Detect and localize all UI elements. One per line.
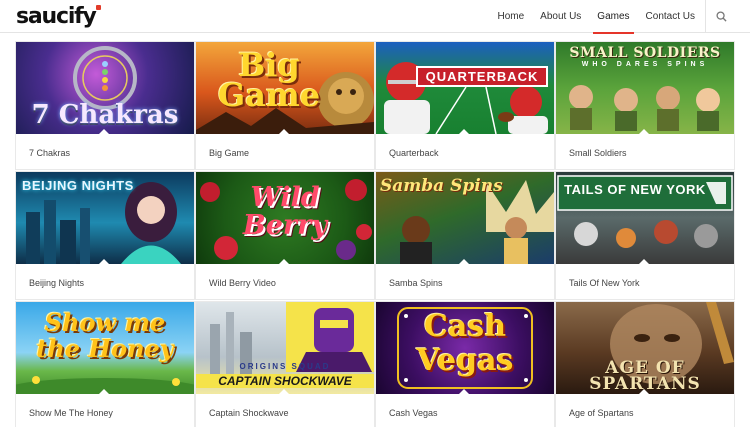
game-art-title: AGE OF SPARTANS: [589, 358, 701, 394]
game-thumbnail[interactable]: QUARTERBACK: [376, 42, 554, 134]
game-art-title: QUARTERBACK: [416, 66, 548, 87]
game-art-title: CAPTAIN SHOCKWAVE: [196, 374, 374, 388]
game-title[interactable]: Samba Spins: [389, 278, 443, 288]
game-title[interactable]: Small Soldiers: [569, 148, 627, 158]
nav-about-us[interactable]: About Us: [532, 0, 589, 33]
nav-contact-us[interactable]: Contact Us: [638, 0, 703, 33]
game-thumbnail[interactable]: Wild Berry: [196, 172, 374, 264]
game-art-title: Cash Vegas: [416, 309, 514, 378]
site-header: saucify Home About Us Games Contact Us: [0, 0, 750, 34]
thumb-pointer: [278, 259, 290, 265]
game-title[interactable]: Big Game: [209, 148, 249, 158]
thumb-pointer: [278, 129, 290, 135]
game-card-tails-of-new-york[interactable]: TAILS OF NEW YORK Tails Of New York: [555, 171, 735, 300]
game-art-title: Big Game: [217, 46, 321, 114]
game-card-big-game[interactable]: Big Game Big Game: [195, 41, 375, 170]
game-art-title: Samba Spins: [380, 176, 503, 196]
logo-text: saucify: [16, 3, 97, 29]
game-card-cash-vegas[interactable]: Cash Vegas Cash Vegas: [375, 301, 555, 427]
game-card-show-me-the-honey[interactable]: Show me the Honey Show Me The Honey: [15, 301, 195, 427]
game-art-subtitle: WHO DARES SPINS: [581, 61, 709, 68]
game-title[interactable]: Captain Shockwave: [209, 408, 289, 418]
game-thumbnail[interactable]: BEIJING NIGHTS: [16, 172, 194, 264]
game-title[interactable]: Tails Of New York: [569, 278, 640, 288]
game-card-age-of-spartans[interactable]: AGE OF SPARTANS Age of Spartans: [555, 301, 735, 427]
game-art-title: Wild Berry: [242, 182, 328, 241]
game-card-beijing-nights[interactable]: BEIJING NIGHTS Beijing Nights: [15, 171, 195, 300]
site-logo[interactable]: saucify: [16, 2, 101, 30]
game-card-quarterback[interactable]: QUARTERBACK Quarterback: [375, 41, 555, 170]
game-title[interactable]: 7 Chakras: [29, 148, 70, 158]
thumb-pointer: [98, 389, 110, 395]
nav-home[interactable]: Home: [489, 0, 532, 33]
game-thumbnail[interactable]: Samba Spins: [376, 172, 554, 264]
game-title[interactable]: Show Me The Honey: [29, 408, 113, 418]
game-card-small-soldiers[interactable]: SMALL SOLDIERS WHO DARES SPINS Small Sol…: [555, 41, 735, 170]
thumb-pointer: [638, 259, 650, 265]
game-thumbnail[interactable]: 7 Chakras: [16, 42, 194, 134]
game-art-subtitle: ORIGINS SQUAD: [239, 362, 331, 371]
thumb-pointer: [458, 129, 470, 135]
thumb-pointer: [98, 259, 110, 265]
game-art-title: Show me the Honey: [36, 308, 174, 363]
game-title[interactable]: Quarterback: [389, 148, 439, 158]
nav-divider: [705, 0, 706, 33]
game-art-title: BEIJING NIGHTS: [22, 178, 134, 193]
thumb-pointer: [458, 389, 470, 395]
game-thumbnail[interactable]: TAILS OF NEW YORK: [556, 172, 734, 264]
thumb-pointer: [458, 259, 470, 265]
game-thumbnail[interactable]: Big Game: [196, 42, 374, 134]
game-thumbnail[interactable]: Show me the Honey: [16, 302, 194, 394]
game-title[interactable]: Age of Spartans: [569, 408, 634, 418]
game-title[interactable]: Cash Vegas: [389, 408, 438, 418]
search-icon[interactable]: [708, 0, 734, 33]
logo-dot: [96, 5, 101, 10]
game-card-samba-spins[interactable]: Samba Spins Samba Spins: [375, 171, 555, 300]
game-card-captain-shockwave[interactable]: ORIGINS SQUAD CAPTAIN SHOCKWAVE Captain …: [195, 301, 375, 427]
game-title[interactable]: Beijing Nights: [29, 278, 84, 288]
main-nav: Home About Us Games Contact Us: [489, 0, 734, 34]
thumb-pointer: [638, 389, 650, 395]
game-thumbnail[interactable]: ORIGINS SQUAD CAPTAIN SHOCKWAVE: [196, 302, 374, 394]
thumb-pointer: [98, 129, 110, 135]
game-card-wild-berry-video[interactable]: Wild Berry Wild Berry Video: [195, 171, 375, 300]
game-art-title: TAILS OF NEW YORK: [564, 182, 706, 197]
game-thumbnail[interactable]: AGE OF SPARTANS: [556, 302, 734, 394]
game-title[interactable]: Wild Berry Video: [209, 278, 276, 288]
game-card-7-chakras[interactable]: 7 Chakras 7 Chakras: [15, 41, 195, 170]
game-thumbnail[interactable]: SMALL SOLDIERS WHO DARES SPINS: [556, 42, 734, 134]
game-art-title: SMALL SOLDIERS: [569, 45, 721, 61]
nav-games[interactable]: Games: [589, 0, 637, 34]
thumb-pointer: [278, 389, 290, 395]
thumb-pointer: [638, 129, 650, 135]
game-art-title: 7 Chakras: [31, 100, 179, 130]
game-thumbnail[interactable]: Cash Vegas: [376, 302, 554, 394]
